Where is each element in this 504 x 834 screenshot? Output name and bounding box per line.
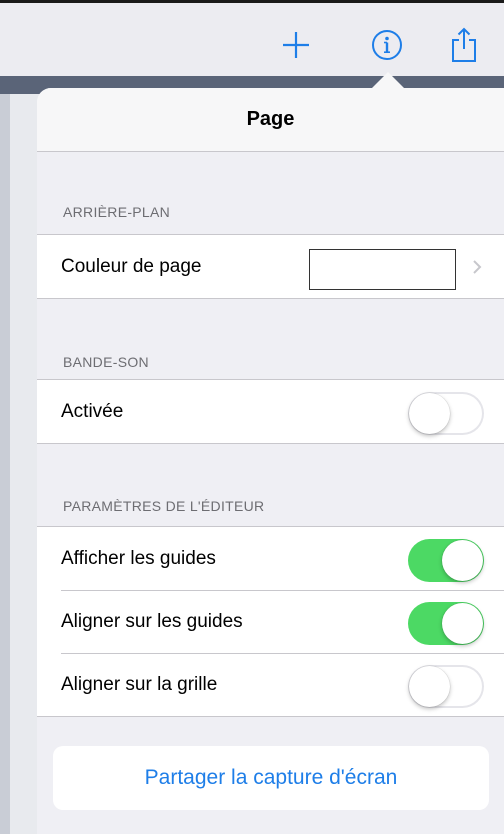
show-guides-row: Afficher les guides [37, 527, 504, 590]
soundtrack-group: Activée [37, 379, 504, 444]
editor-settings-group: Afficher les guides Aligner sur les guid… [37, 526, 504, 717]
popover-title: Page [37, 88, 504, 152]
soundtrack-enabled-row: Activée [37, 380, 504, 443]
plus-icon[interactable] [276, 25, 316, 65]
toggle-knob [409, 393, 450, 434]
popover-arrow [371, 72, 405, 89]
toggle-knob [442, 540, 483, 581]
section-header-editor: PARAMÈTRES DE L'ÉDITEUR [63, 498, 265, 514]
snap-to-grid-label: Aligner sur la grille [61, 673, 218, 695]
page-color-label: Couleur de page [61, 255, 202, 277]
snap-to-guides-toggle[interactable] [408, 602, 484, 645]
toolbar [0, 3, 504, 76]
section-header-soundtrack: BANDE-SON [63, 354, 149, 370]
background-group: Couleur de page [37, 234, 504, 299]
toggle-knob [409, 666, 450, 707]
info-icon[interactable] [367, 25, 407, 65]
show-guides-toggle[interactable] [408, 539, 484, 582]
snap-to-grid-row: Aligner sur la grille [37, 653, 504, 716]
page-color-swatch[interactable] [309, 249, 456, 290]
snap-to-guides-label: Aligner sur les guides [61, 610, 243, 632]
show-guides-label: Afficher les guides [61, 547, 216, 569]
page-color-row[interactable]: Couleur de page [37, 235, 504, 298]
share-icon[interactable] [444, 25, 484, 65]
soundtrack-enabled-label: Activée [61, 400, 124, 422]
section-header-background: ARRIÈRE-PLAN [63, 204, 171, 220]
soundtrack-enabled-toggle[interactable] [408, 392, 484, 435]
chevron-right-icon [473, 260, 482, 274]
snap-to-guides-row: Aligner sur les guides [37, 590, 504, 653]
share-screenshot-button[interactable]: Partager la capture d'écran [53, 746, 489, 810]
page-settings-popover: Page ARRIÈRE-PLAN Couleur de page BANDE-… [37, 88, 504, 834]
toggle-knob [442, 603, 483, 644]
snap-to-grid-toggle[interactable] [408, 665, 484, 708]
